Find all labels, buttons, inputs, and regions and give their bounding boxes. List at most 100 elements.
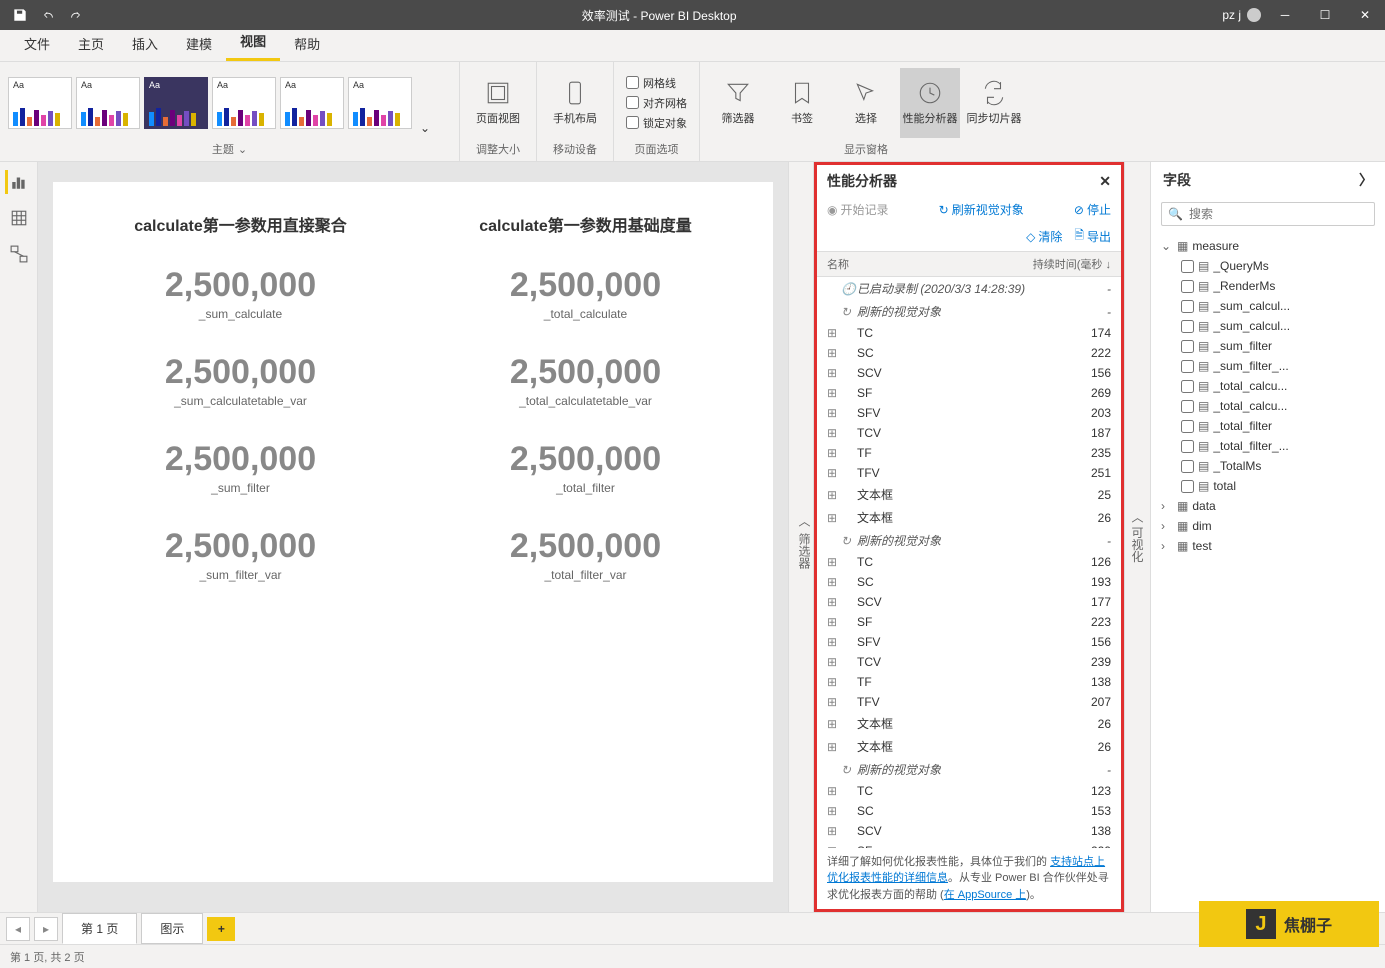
perf-row[interactable]: ⊞文本框26 [817,506,1121,529]
card-visual[interactable]: 2,500,000_sum_filter [73,428,408,507]
clear-button[interactable]: ◇ 清除 [1026,226,1062,247]
page-tab[interactable]: 第 1 页 [62,913,137,944]
field-item[interactable]: ▤ _total_filter_... [1155,436,1381,456]
text-visual[interactable]: calculate第一参数用基础度量 [418,202,753,246]
stop-button[interactable]: ⊘ 停止 [1074,201,1111,218]
data-view-icon[interactable] [7,206,31,230]
perf-row[interactable]: ⊞TC126 [817,552,1121,572]
text-visual[interactable]: calculate第一参数用直接聚合 [73,202,408,246]
perf-row[interactable]: ↻刷新的视觉对象- [817,758,1121,781]
field-item[interactable]: ▤ _RenderMs [1155,276,1381,296]
model-view-icon[interactable] [7,242,31,266]
maximize-icon[interactable]: ☐ [1305,0,1345,30]
fields-search[interactable]: 🔍 [1161,202,1375,226]
field-item[interactable]: ▤ _total_filter [1155,416,1381,436]
card-visual[interactable]: 2,500,000_sum_calculatetable_var [73,341,408,420]
theme-more-icon[interactable]: ⌄ [416,117,434,139]
table-item[interactable]: ›▦test [1155,536,1381,556]
appsource-link[interactable]: 在 AppSource 上 [944,889,1027,901]
theme-swatch[interactable]: Aa [212,77,276,129]
start-recording-button[interactable]: ◉ 开始记录 [827,201,889,218]
perf-row[interactable]: 🕘已启动录制 (2020/3/3 14:28:39)- [817,277,1121,300]
perf-row[interactable]: ⊞SF269 [817,383,1121,403]
table-item[interactable]: ⌄▦measure [1155,236,1381,256]
next-page-icon[interactable]: ▸ [34,917,58,941]
ribbon-tab[interactable]: 主页 [64,26,118,61]
field-item[interactable]: ▤ _sum_filter [1155,336,1381,356]
perf-row[interactable]: ⊞TCV187 [817,423,1121,443]
bookmark-button[interactable]: 书签 [772,68,832,138]
card-visual[interactable]: 2,500,000_total_filter_var [418,515,753,594]
sync-slicers-button[interactable]: 同步切片器 [964,68,1024,138]
ribbon-tab[interactable]: 帮助 [280,26,334,61]
close-icon[interactable]: ✕ [1345,0,1385,30]
perf-row[interactable]: ⊞TF235 [817,443,1121,463]
perf-row[interactable]: ⊞SC222 [817,343,1121,363]
field-item[interactable]: ▤ _sum_filter_... [1155,356,1381,376]
perf-row[interactable]: ⊞SCV156 [817,363,1121,383]
field-item[interactable]: ▤ _sum_calcul... [1155,296,1381,316]
filter-pane-button[interactable]: 筛选器 [708,68,768,138]
field-item[interactable]: ▤ total [1155,476,1381,496]
chevron-down-icon[interactable]: ⌄ [238,143,247,156]
visualizations-pane-collapsed[interactable]: 〈 可视化 [1124,162,1150,912]
card-visual[interactable]: 2,500,000_total_calculatetable_var [418,341,753,420]
col-name[interactable]: 名称 [827,256,1031,272]
report-view-icon[interactable] [5,170,29,194]
card-visual[interactable]: 2,500,000_sum_filter_var [73,515,408,594]
theme-swatch[interactable]: Aa [76,77,140,129]
perf-row[interactable]: ⊞SF223 [817,612,1121,632]
table-item[interactable]: ›▦dim [1155,516,1381,536]
page-tab[interactable]: 图示 [141,913,203,944]
card-visual[interactable]: 2,500,000_total_calculate [418,254,753,333]
field-item[interactable]: ▤ _TotalMs [1155,456,1381,476]
perf-row[interactable]: ⊞SFV203 [817,403,1121,423]
table-item[interactable]: ›▦data [1155,496,1381,516]
field-item[interactable]: ▤ _sum_calcul... [1155,316,1381,336]
perf-row[interactable]: ⊞文本框26 [817,735,1121,758]
collapse-fields-icon[interactable]: 〉 [1359,170,1373,190]
phone-layout-button[interactable]: 手机布局 [545,68,605,138]
perf-row[interactable]: ↻刷新的视觉对象- [817,529,1121,552]
perf-row[interactable]: ⊞TF138 [817,672,1121,692]
perf-row[interactable]: ⊞TFV207 [817,692,1121,712]
undo-icon[interactable] [36,3,60,27]
add-page-button[interactable]: + [207,917,235,941]
save-icon[interactable] [8,3,32,27]
ribbon-tab[interactable]: 文件 [10,26,64,61]
perf-row[interactable]: ⊞SFV156 [817,632,1121,652]
perf-row[interactable]: ⊞SCV177 [817,592,1121,612]
perf-row[interactable]: ⊞SCV138 [817,821,1121,841]
perf-row[interactable]: ⊞文本框25 [817,483,1121,506]
field-item[interactable]: ▤ _QueryMs [1155,256,1381,276]
theme-swatch[interactable]: Aa [8,77,72,129]
filters-pane-collapsed[interactable]: 〈筛选器 [788,162,814,912]
page-view-button[interactable]: 页面视图 [468,68,528,138]
selection-button[interactable]: 选择 [836,68,896,138]
field-item[interactable]: ▤ _total_calcu... [1155,396,1381,416]
card-visual[interactable]: 2,500,000_sum_calculate [73,254,408,333]
redo-icon[interactable] [64,3,88,27]
refresh-visuals-button[interactable]: ↻ 刷新视觉对象 [939,201,1024,218]
perf-row[interactable]: ⊞TC123 [817,781,1121,801]
gridlines-check[interactable]: 网格线 [626,75,687,91]
perf-analyzer-button[interactable]: 性能分析器 [900,68,960,138]
theme-swatch[interactable]: Aa [348,77,412,129]
perf-row[interactable]: ⊞TFV251 [817,463,1121,483]
card-visual[interactable]: 2,500,000_total_filter [418,428,753,507]
prev-page-icon[interactable]: ◂ [6,917,30,941]
field-item[interactable]: ▤ _total_calcu... [1155,376,1381,396]
ribbon-tab[interactable]: 视图 [226,23,280,61]
minimize-icon[interactable]: ─ [1265,0,1305,30]
theme-swatch[interactable]: Aa [144,77,208,129]
perf-row[interactable]: ⊞SC153 [817,801,1121,821]
lock-check[interactable]: 锁定对象 [626,115,687,131]
perf-row[interactable]: ↻刷新的视觉对象- [817,300,1121,323]
close-pane-icon[interactable]: ✕ [1099,173,1111,190]
col-duration[interactable]: 持续时间(毫秒 [1033,259,1103,271]
perf-row[interactable]: ⊞SC193 [817,572,1121,592]
perf-row[interactable]: ⊞文本框26 [817,712,1121,735]
ribbon-tab[interactable]: 建模 [172,26,226,61]
ribbon-tab[interactable]: 插入 [118,26,172,61]
snap-check[interactable]: 对齐网格 [626,95,687,111]
